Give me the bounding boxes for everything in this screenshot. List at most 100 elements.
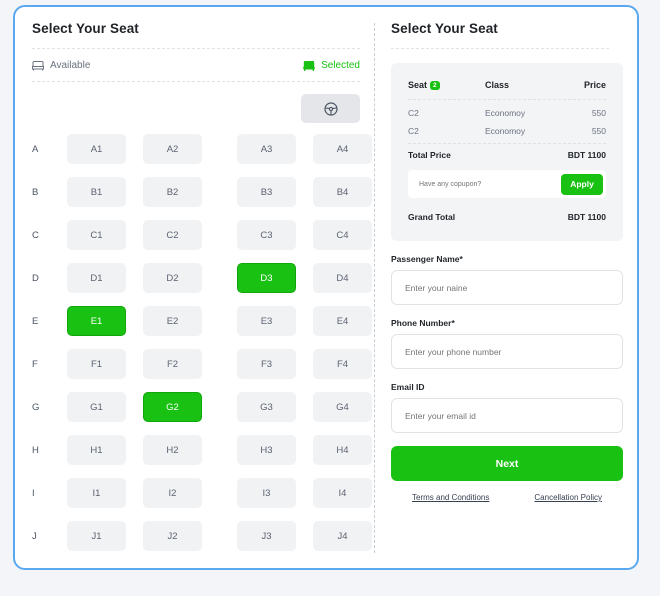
seat-i4[interactable]: I4: [313, 478, 372, 508]
seat-f4[interactable]: F4: [313, 349, 372, 379]
legend-available-label: Available: [50, 59, 91, 71]
legend-selected: Selected: [303, 60, 360, 71]
email-input[interactable]: [405, 410, 609, 421]
grand-total-row: Grand Total BDT 1100: [408, 206, 606, 228]
seat-c2[interactable]: C2: [143, 220, 202, 250]
row-label: F: [32, 359, 38, 370]
seat-grid: A A1 A2 A3 A4 B B1 B2 B3 B4 C C1 C2 C3 C4 D D1 D2 D3 D4 E E1 E…: [32, 134, 372, 564]
row-label: A: [32, 144, 39, 155]
seat-d1[interactable]: D1: [67, 263, 126, 293]
seat-map-title: Select Your Seat: [32, 21, 139, 36]
driver-row: [32, 82, 360, 134]
seat-d2[interactable]: D2: [143, 263, 202, 293]
passenger-name-field: [391, 270, 623, 305]
seat-f3[interactable]: F3: [237, 349, 296, 379]
seat-booking-card: Select Your Seat Available Selected A A1 A…: [13, 5, 639, 570]
total-price-row: Total Price BDT 1100: [408, 144, 606, 166]
passenger-name-input[interactable]: [405, 282, 609, 293]
seat-g3[interactable]: G3: [237, 392, 296, 422]
seat-g4[interactable]: G4: [313, 392, 372, 422]
booking-panel: Select Your Seat Seat 2 Class Price C2 E…: [391, 21, 623, 502]
seat-h3[interactable]: H3: [237, 435, 296, 465]
seat-j4[interactable]: J4: [313, 521, 372, 551]
coupon-input[interactable]: [419, 180, 549, 188]
terms-link[interactable]: Terms and Conditions: [412, 493, 489, 502]
seat-j3[interactable]: J3: [237, 521, 296, 551]
seat-column-header: Seat: [408, 80, 428, 90]
seat-c1[interactable]: C1: [67, 220, 126, 250]
seat-row: G G1 G2 G3 G4: [32, 392, 372, 435]
footer-links: Terms and Conditions Cancellation Policy: [391, 493, 623, 502]
row-label: E: [32, 316, 39, 327]
passenger-name-label: Passenger Name*: [391, 254, 463, 264]
grand-total-value: BDT 1100: [567, 212, 606, 222]
seat-row: F F1 F2 F3 F4: [32, 349, 372, 392]
seat-e1[interactable]: E1: [67, 306, 126, 336]
seat-j2[interactable]: J2: [143, 521, 202, 551]
summary-header: Seat 2 Class Price: [408, 71, 606, 99]
seat-a2[interactable]: A2: [143, 134, 202, 164]
seat-row: J J1 J2 J3 J4: [32, 521, 372, 564]
row-label: C: [32, 230, 39, 241]
seat-f2[interactable]: F2: [143, 349, 202, 379]
booking-title: Select Your Seat: [391, 21, 498, 36]
seat-d4[interactable]: D4: [313, 263, 372, 293]
seat-e3[interactable]: E3: [237, 306, 296, 336]
summary-class: Economoy: [485, 126, 526, 136]
seat-c3[interactable]: C3: [237, 220, 296, 250]
seat-a4[interactable]: A4: [313, 134, 372, 164]
seat-i3[interactable]: I3: [237, 478, 296, 508]
seat-i1[interactable]: I1: [67, 478, 126, 508]
phone-number-field: [391, 334, 623, 369]
apply-coupon-button[interactable]: Apply: [561, 173, 603, 195]
vertical-divider: [374, 23, 375, 553]
seat-row: I I1 I2 I3 I4: [32, 478, 372, 521]
cancellation-policy-link[interactable]: Cancellation Policy: [534, 493, 602, 502]
grand-total-label: Grand Total: [408, 212, 456, 222]
seat-a1[interactable]: A1: [67, 134, 126, 164]
seat-b3[interactable]: B3: [237, 177, 296, 207]
summary-seat: C2: [408, 126, 419, 136]
seat-d3[interactable]: D3: [237, 263, 296, 293]
summary-price: 550: [591, 108, 606, 118]
steering-wheel-icon: [301, 94, 360, 123]
seat-a3[interactable]: A3: [237, 134, 296, 164]
seat-b1[interactable]: B1: [67, 177, 126, 207]
seat-g2[interactable]: G2: [143, 392, 202, 422]
summary-seat: C2: [408, 108, 419, 118]
seat-map-panel: Select Your Seat Available Selected A A1 A…: [32, 21, 372, 564]
phone-number-input[interactable]: [405, 346, 609, 357]
seat-g1[interactable]: G1: [67, 392, 126, 422]
seat-b2[interactable]: B2: [143, 177, 202, 207]
seat-e4[interactable]: E4: [313, 306, 372, 336]
coupon-box: Apply: [408, 170, 606, 198]
seat-count-badge: 2: [430, 80, 440, 90]
price-summary: Seat 2 Class Price C2 Economoy 550 C2 Ec…: [391, 63, 623, 241]
legend-available: Available: [32, 60, 90, 71]
seat-j1[interactable]: J1: [67, 521, 126, 551]
summary-price: 550: [591, 126, 606, 136]
seat-i2[interactable]: I2: [143, 478, 202, 508]
row-label: B: [32, 187, 39, 198]
price-column-header: Price: [583, 80, 606, 90]
seat-legend: Available Selected: [32, 49, 360, 81]
email-field: [391, 398, 623, 433]
seat-row: C C1 C2 C3 C4: [32, 220, 372, 263]
seat-h2[interactable]: H2: [143, 435, 202, 465]
seat-row: B B1 B2 B3 B4: [32, 177, 372, 220]
total-price-value: BDT 1100: [567, 150, 606, 160]
seat-row: E E1 E2 E3 E4: [32, 306, 372, 349]
row-label: I: [32, 488, 35, 499]
seat-f1[interactable]: F1: [67, 349, 126, 379]
next-button[interactable]: Next: [391, 446, 623, 481]
seat-row: D D1 D2 D3 D4: [32, 263, 372, 306]
seat-h4[interactable]: H4: [313, 435, 372, 465]
seat-outline-icon: [32, 60, 44, 71]
class-column-header: Class: [485, 80, 510, 90]
seat-h1[interactable]: H1: [67, 435, 126, 465]
seat-c4[interactable]: C4: [313, 220, 372, 250]
legend-selected-label: Selected: [321, 59, 360, 71]
seat-e2[interactable]: E2: [143, 306, 202, 336]
seat-b4[interactable]: B4: [313, 177, 372, 207]
email-label: Email ID: [391, 382, 425, 392]
